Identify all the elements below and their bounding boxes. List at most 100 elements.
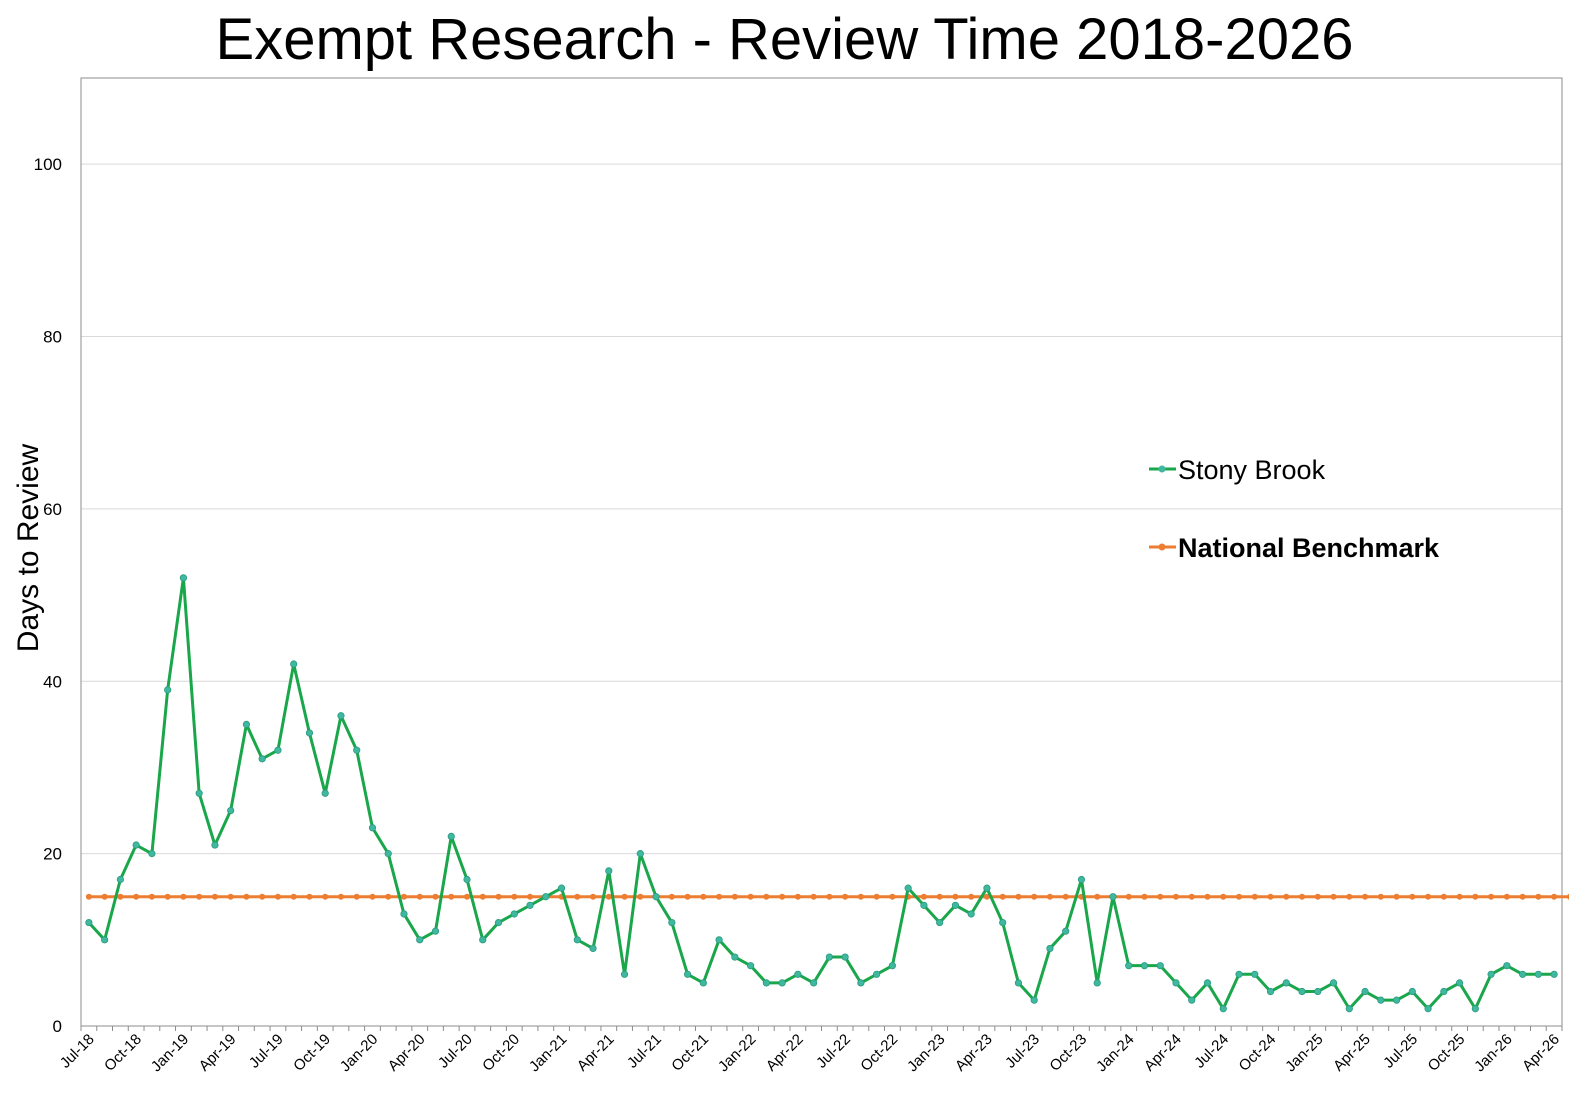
data-point-stony-brook <box>1314 987 1322 996</box>
data-point-national-benchmark <box>1346 893 1353 900</box>
y-tick-label: 40 <box>43 672 62 691</box>
y-tick-label: 60 <box>43 500 62 519</box>
data-point-national-benchmark <box>448 893 455 900</box>
x-tick-label: Oct-25 <box>1425 1031 1469 1075</box>
data-point-stony-brook <box>510 910 518 918</box>
data-point-stony-brook <box>605 867 613 875</box>
data-point-stony-brook <box>1125 962 1133 970</box>
data-point-stony-brook <box>1424 1005 1432 1013</box>
data-point-national-benchmark <box>385 893 392 900</box>
data-point-stony-brook <box>384 850 392 858</box>
data-point-national-benchmark <box>621 893 628 900</box>
data-point-national-benchmark <box>968 893 975 900</box>
legend-item-national-benchmark: National Benchmark <box>1149 533 1440 563</box>
data-point-national-benchmark <box>889 893 896 900</box>
data-point-stony-brook <box>967 910 975 918</box>
data-point-national-benchmark <box>1251 893 1258 900</box>
data-point-national-benchmark <box>1377 893 1384 900</box>
data-point-national-benchmark <box>731 893 738 900</box>
data-point-stony-brook <box>1172 979 1180 987</box>
legend-label-national-benchmark: National Benchmark <box>1178 533 1440 563</box>
data-point-stony-brook <box>305 729 314 737</box>
y-tick-label: 20 <box>43 845 62 864</box>
data-point-stony-brook <box>1140 962 1149 970</box>
data-point-stony-brook <box>936 918 944 927</box>
x-tick-label: Jan-23 <box>904 1031 948 1075</box>
legend-marker-national-benchmark <box>1158 543 1166 551</box>
data-point-stony-brook <box>557 884 566 892</box>
data-point-national-benchmark <box>1188 893 1195 900</box>
data-point-stony-brook <box>904 884 912 892</box>
data-point-stony-brook <box>1519 970 1527 978</box>
x-tick-label: Oct-21 <box>668 1031 712 1075</box>
x-tick-label: Jul-24 <box>1191 1031 1232 1072</box>
data-point-stony-brook <box>636 850 644 858</box>
data-point-stony-brook <box>1077 875 1086 884</box>
data-point-stony-brook <box>195 789 203 797</box>
data-point-national-benchmark <box>1015 893 1022 900</box>
data-point-stony-brook <box>479 936 487 944</box>
data-point-stony-brook <box>1062 927 1070 935</box>
x-tick-label: Jan-26 <box>1471 1031 1515 1075</box>
data-point-stony-brook <box>983 884 991 892</box>
data-point-national-benchmark <box>322 893 329 900</box>
legend-label-stony-brook: Stony Brook <box>1178 455 1326 485</box>
data-point-national-benchmark <box>716 893 723 900</box>
data-point-national-benchmark <box>1046 893 1053 900</box>
data-point-stony-brook <box>1329 979 1338 987</box>
data-point-national-benchmark <box>1488 893 1495 900</box>
data-point-national-benchmark <box>432 893 439 900</box>
data-point-national-benchmark <box>1220 893 1227 900</box>
x-tick-label: Jul-23 <box>1002 1031 1043 1072</box>
data-point-stony-brook <box>368 824 377 832</box>
x-tick-label: Jul-25 <box>1380 1031 1421 1072</box>
gridlines <box>81 163 1562 855</box>
data-point-stony-brook <box>101 936 109 944</box>
x-tick-label: Jul-18 <box>57 1031 98 1072</box>
data-point-stony-brook <box>542 893 550 901</box>
data-point-national-benchmark <box>1472 893 1479 900</box>
data-point-stony-brook <box>920 901 928 909</box>
data-point-national-benchmark <box>1440 893 1447 900</box>
data-point-stony-brook <box>1550 970 1558 978</box>
data-point-national-benchmark <box>1031 893 1038 900</box>
legend-item-stony-brook: Stony Brook <box>1149 455 1326 485</box>
data-point-stony-brook <box>1408 987 1416 996</box>
data-point-stony-brook <box>1282 979 1290 987</box>
data-point-stony-brook <box>888 962 896 970</box>
x-tick-label: Oct-23 <box>1046 1031 1090 1075</box>
data-point-national-benchmark <box>952 893 959 900</box>
x-tick-marks <box>80 1026 1563 1031</box>
x-tick-label: Oct-18 <box>101 1031 145 1075</box>
data-point-stony-brook <box>951 901 960 909</box>
data-point-national-benchmark <box>306 893 313 900</box>
data-point-stony-brook <box>794 970 802 978</box>
data-point-national-benchmark <box>227 893 234 900</box>
x-tick-label: Oct-19 <box>290 1031 334 1075</box>
data-point-national-benchmark <box>1267 893 1274 900</box>
data-point-national-benchmark <box>369 893 376 900</box>
data-point-stony-brook <box>1109 893 1117 901</box>
data-point-stony-brook <box>841 953 849 961</box>
data-point-national-benchmark <box>117 893 124 900</box>
data-point-national-benchmark <box>85 893 92 900</box>
x-tick-label: Oct-24 <box>1236 1031 1280 1075</box>
data-point-stony-brook <box>1188 996 1196 1004</box>
data-point-stony-brook <box>416 936 424 944</box>
data-point-national-benchmark <box>1456 893 1463 900</box>
data-point-stony-brook <box>447 832 455 841</box>
data-point-national-benchmark <box>873 893 880 900</box>
x-tick-label: Apr-20 <box>385 1031 429 1075</box>
data-point-stony-brook <box>1471 1005 1479 1013</box>
data-point-national-benchmark <box>590 893 597 900</box>
data-point-stony-brook <box>778 979 786 987</box>
data-point-national-benchmark <box>826 893 833 900</box>
data-point-stony-brook <box>857 979 865 987</box>
data-point-stony-brook <box>1030 996 1038 1004</box>
data-point-national-benchmark <box>920 893 927 900</box>
x-tick-label: Apr-23 <box>952 1031 996 1075</box>
data-point-stony-brook <box>1266 987 1275 996</box>
data-point-stony-brook <box>179 574 188 582</box>
x-tick-label: Apr-22 <box>763 1031 807 1075</box>
data-point-national-benchmark <box>337 893 344 900</box>
